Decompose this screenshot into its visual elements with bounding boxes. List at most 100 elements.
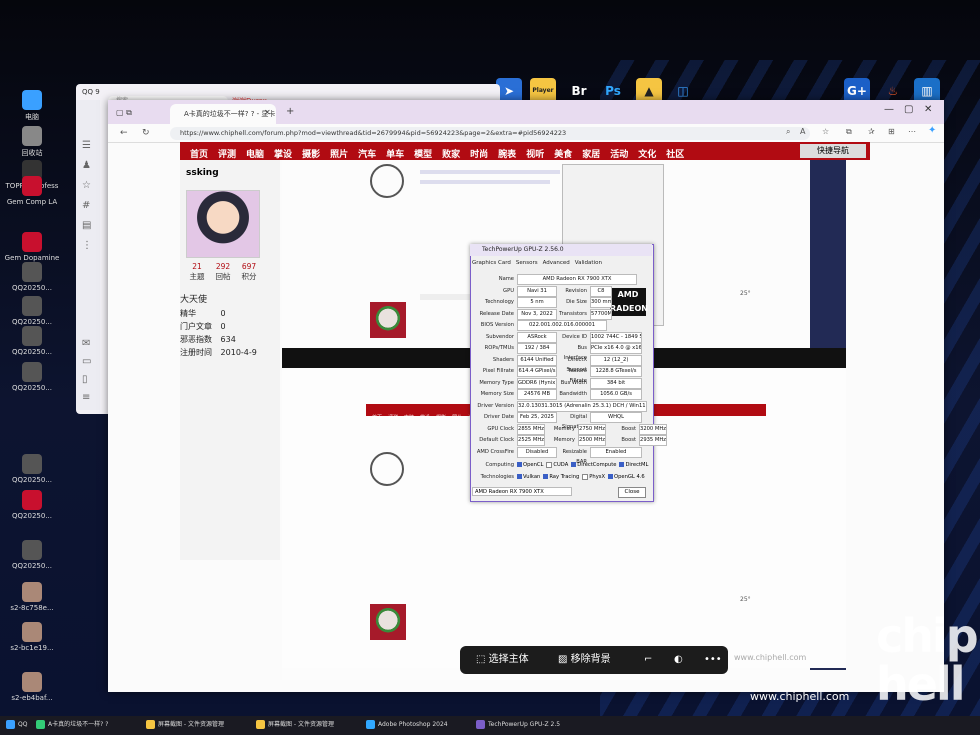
taskbar-app[interactable]: 屏幕截图 - 文件资源管理 (256, 718, 334, 732)
username[interactable]: ssking (186, 168, 219, 178)
gpuz-value: 3200 MHz (639, 423, 667, 435)
collections-icon[interactable]: ⊞ (888, 127, 895, 136)
checkbox[interactable] (608, 474, 614, 479)
avatar[interactable] (186, 190, 260, 258)
tab-actions-icon[interactable]: ▢ ⧉ (116, 108, 132, 118)
checkbox[interactable] (517, 462, 522, 467)
maximize-icon[interactable]: ▢ (904, 104, 913, 115)
gpu-select-dropdown[interactable]: AMD Radeon RX 7900 XTX (472, 487, 572, 496)
quick-nav-button[interactable]: 快捷导航 (800, 144, 866, 158)
site-watermark: www.chiphell.com (750, 690, 850, 703)
desktop-icon-image (22, 90, 42, 110)
post-avatar-wheels[interactable] (370, 164, 404, 198)
gpuz-tab[interactable]: Validation (575, 260, 602, 266)
gpuz-value: 6144 Unified (517, 354, 557, 366)
mail-icon[interactable]: ✉ (82, 338, 94, 350)
star-icon[interactable]: ☆ (82, 180, 94, 192)
browser-tab-active[interactable]: A卡真的垃圾不一样? ? - 显卡 - Chi (170, 104, 276, 124)
gpuz-value: Feb 25, 2025 (517, 412, 557, 423)
taskbar-app-label: 屏幕截图 - 文件资源管理 (158, 721, 224, 728)
reload-icon[interactable]: ↻ (142, 128, 150, 138)
taskbar-app-icon (366, 720, 375, 729)
transform-icon[interactable]: ⌐ (644, 646, 652, 674)
gpuz-row: Name AMD Radeon RX 7900 XTX (474, 274, 648, 285)
taskbar-app[interactable]: QQ (6, 718, 27, 732)
taskbar-app[interactable]: TechPowerUp GPU-Z 2.5 (476, 718, 560, 732)
zoom-icon[interactable]: ⌕ (786, 127, 790, 137)
desktop-icon[interactable]: QQ20250... (2, 490, 62, 534)
desktop-icon-image (22, 126, 42, 146)
minimize-icon[interactable]: — (884, 104, 894, 115)
desktop-icon[interactable]: s2-eb4baf... (2, 672, 62, 716)
gpuz-tab[interactable]: Sensors (516, 260, 538, 266)
gpuz-label: Technology (484, 299, 514, 305)
gpuz-value: 300 mm² (590, 297, 612, 308)
gpuz-row: Release Date Nov 3, 2022 Transistors 57700M (474, 308, 648, 320)
desktop-icon[interactable]: s2-bc1e19... (2, 622, 62, 666)
taskbar-app-icon (6, 720, 15, 729)
checkbox[interactable] (543, 474, 549, 479)
favorites-icon[interactable]: ✰ (868, 127, 875, 136)
desktop-icon[interactable]: Gem Comp LA (2, 176, 62, 220)
gpuz-value: 2855 MHz (517, 423, 545, 435)
checkbox[interactable] (517, 474, 522, 479)
gpuz-close-button[interactable]: Close (618, 487, 646, 498)
gpuz-label: Memory Size (480, 391, 514, 397)
nested-nav-item: 首页 (372, 415, 383, 421)
gpuz-value: 2935 MHz (639, 435, 667, 446)
select-subject-button[interactable]: ⬚ 选择主体 (476, 646, 529, 674)
grid-icon[interactable]: ⋮ (82, 240, 94, 252)
bookmark-icon[interactable]: ▯ (82, 374, 94, 386)
url-input[interactable]: https://www.chiphell.com/forum.php?mod=v… (170, 127, 810, 140)
gpuz-label: Revision (565, 287, 587, 294)
chat-icon[interactable]: ☰ (82, 140, 94, 152)
desktop-icon[interactable]: QQ20250... (2, 540, 62, 584)
back-icon[interactable]: ← (120, 128, 128, 138)
checkbox[interactable] (571, 462, 577, 467)
menu-icon[interactable]: ≡ (82, 392, 94, 404)
qq-title: QQ 9 (82, 88, 100, 96)
gpuz-row: Subvendor ASRock Device ID 1002 744C - 1849… (474, 331, 648, 343)
joker-avatar[interactable] (370, 302, 406, 338)
nested-post-avatar (370, 452, 404, 486)
read-aloud-icon[interactable]: A (800, 127, 805, 136)
checkbox[interactable] (546, 461, 553, 468)
field-register-date: 注册时间 2010-4-9 (180, 348, 257, 357)
adjust-icon[interactable]: ◐ (674, 646, 683, 674)
file-icon[interactable]: ▤ (82, 220, 94, 232)
copilot-icon[interactable]: ✦ (928, 125, 936, 136)
more-menu-icon[interactable]: ⋯ (908, 127, 916, 136)
folder-icon[interactable]: ▭ (82, 356, 94, 368)
gpuz-value: 12 (12_2) (590, 354, 642, 366)
gpuz-tab[interactable]: Advanced (543, 260, 570, 266)
checkbox-label: OpenGL 4.6 (614, 474, 645, 480)
desktop-icon-label: QQ20250... (12, 284, 52, 292)
more-options-icon[interactable]: ••• (704, 646, 722, 674)
taskbar-app[interactable]: A卡真的垃圾不一样? ? (36, 718, 108, 732)
stat-points[interactable]: 697 积分 (234, 262, 264, 282)
checkbox[interactable] (619, 462, 625, 467)
close-window-icon[interactable]: ✕ (924, 104, 932, 115)
hash-icon[interactable]: # (82, 200, 94, 212)
post-floor-number: 25° (740, 290, 751, 297)
taskbar-app[interactable]: Adobe Photoshop 2024 (366, 718, 448, 732)
taskbar-app[interactable]: 屏幕截图 - 文件资源管理 (146, 718, 224, 732)
nested-nav-item: 掌设 (420, 415, 431, 421)
post-text-line (420, 180, 550, 184)
favorite-star-icon[interactable]: ☆ (822, 127, 829, 136)
gpuz-row: Memory Size 24576 MB Bandwidth 1056.0 GB/s (474, 389, 648, 400)
contacts-icon[interactable]: ♟ (82, 160, 94, 172)
extensions-icon[interactable]: ⧉ (846, 127, 852, 137)
gpuz-label: Shaders (492, 356, 514, 363)
gpuz-label: Device ID (562, 333, 587, 340)
logo-word: hell (876, 657, 965, 711)
remove-background-button[interactable]: ▨ 移除背景 (558, 646, 611, 674)
tab-close-icon[interactable]: ✕ (264, 108, 271, 117)
desktop-icon[interactable]: QQ20250... (2, 362, 62, 406)
desktop-icon-image (22, 540, 42, 560)
new-tab-icon[interactable]: + (286, 106, 294, 117)
checkbox[interactable] (582, 473, 589, 480)
gpuz-tab[interactable]: Graphics Card (472, 260, 511, 266)
desktop-icon[interactable]: s2-8c758e... (2, 582, 62, 626)
nested-nav-item: 电脑 (404, 415, 415, 421)
